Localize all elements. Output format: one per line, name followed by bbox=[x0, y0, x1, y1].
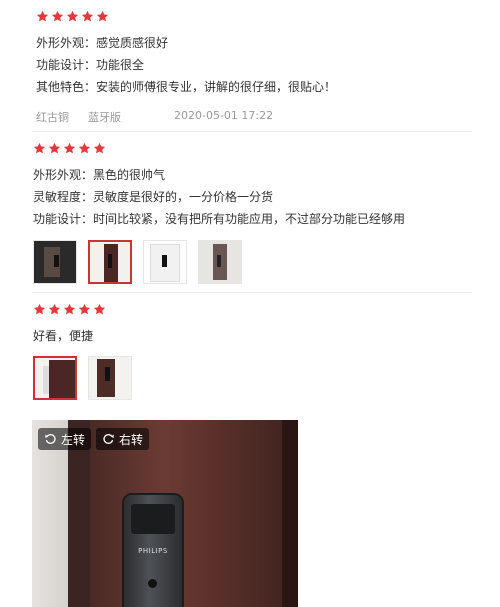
review-3-photos bbox=[33, 356, 132, 400]
review-line: 好看，便捷 bbox=[33, 329, 94, 343]
star-icon bbox=[33, 303, 46, 314]
rating-stars bbox=[36, 8, 109, 24]
product-color: 红古铜 bbox=[36, 111, 69, 124]
photo-thumbnail[interactable] bbox=[88, 356, 132, 400]
rotate-right-icon bbox=[103, 433, 114, 444]
review-date: 2020-05-01 17:22 bbox=[174, 109, 274, 122]
door-edge bbox=[282, 420, 298, 607]
rotate-left-button[interactable]: 左转 bbox=[38, 428, 92, 450]
rotate-left-label: 左转 bbox=[61, 432, 86, 447]
rotate-right-button[interactable]: 右转 bbox=[96, 428, 150, 450]
rating-stars bbox=[33, 301, 106, 317]
photo-thumbnail[interactable] bbox=[143, 240, 187, 284]
rotate-right-label: 右转 bbox=[119, 432, 144, 447]
star-icon bbox=[33, 142, 46, 153]
review-line: 灵敏程度：灵敏度是很好的，一分价格一分货 bbox=[33, 190, 274, 204]
star-icon bbox=[36, 10, 49, 21]
review-line: 功能设计：时间比较紧，没有把所有功能应用，不过部分功能已经够用 bbox=[33, 212, 406, 226]
star-icon bbox=[78, 142, 91, 153]
rotate-left-icon bbox=[45, 433, 56, 444]
review-line: 其他特色：安装的师傅很专业，讲解的很仔细，很贴心！ bbox=[36, 80, 337, 94]
photo-thumbnail[interactable] bbox=[88, 240, 132, 284]
review-3: 好看，便捷 bbox=[0, 293, 500, 353]
star-icon bbox=[66, 10, 79, 21]
product-version: 蓝牙版 bbox=[88, 111, 121, 124]
star-icon bbox=[48, 303, 61, 314]
review-1: 外形外观：感觉质感很好 功能设计：功能很全 其他特色：安装的师傅很专业，讲解的很… bbox=[0, 0, 500, 130]
photo-thumbnail[interactable] bbox=[198, 240, 242, 284]
photo-viewer: PHILIPS 左转 右转 bbox=[32, 420, 298, 607]
keyhole-icon bbox=[148, 579, 157, 588]
rating-stars bbox=[33, 140, 106, 156]
star-icon bbox=[93, 142, 106, 153]
lock-brand: PHILIPS bbox=[138, 547, 168, 555]
review-line: 外形外观：感觉质感很好 bbox=[36, 36, 169, 50]
star-icon bbox=[63, 303, 76, 314]
star-icon bbox=[81, 10, 94, 21]
star-icon bbox=[93, 303, 106, 314]
review-line: 功能设计：功能很全 bbox=[36, 58, 145, 72]
star-icon bbox=[96, 10, 109, 21]
review-line: 外形外观：黑色的很帅气 bbox=[33, 168, 166, 182]
star-icon bbox=[48, 142, 61, 153]
star-icon bbox=[63, 142, 76, 153]
smart-lock: PHILIPS bbox=[124, 495, 182, 607]
photo-thumbnail[interactable] bbox=[33, 356, 77, 400]
photo-thumbnail[interactable] bbox=[33, 240, 77, 284]
star-icon bbox=[78, 303, 91, 314]
star-icon bbox=[51, 10, 64, 21]
lock-screen bbox=[131, 504, 175, 534]
review-2-photos bbox=[33, 240, 242, 284]
